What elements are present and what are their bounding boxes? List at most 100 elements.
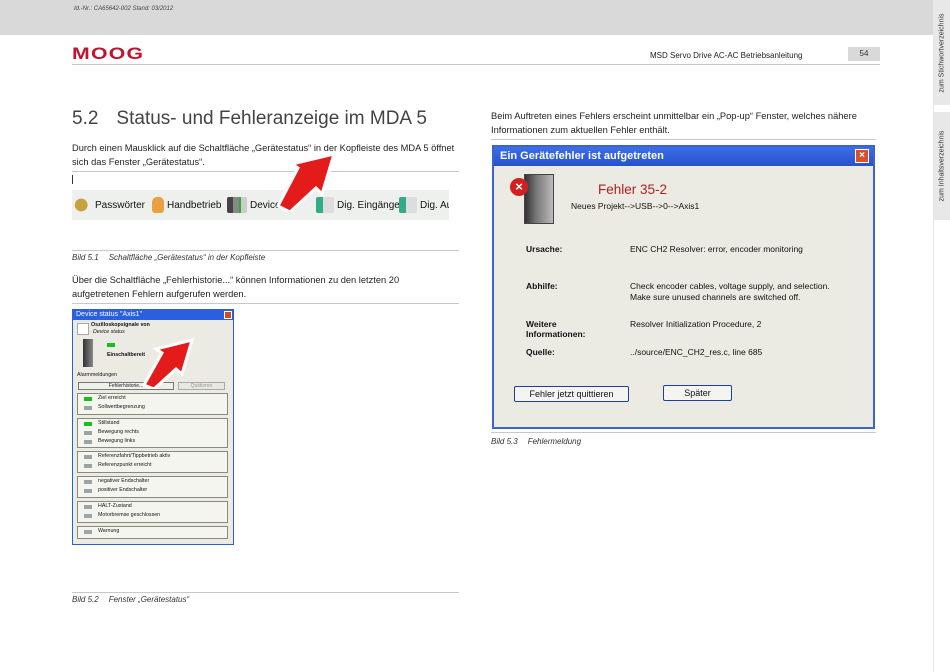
source-label: Quelle:: [526, 347, 555, 357]
caption-rule-3: [491, 432, 876, 433]
status-led: [84, 440, 92, 444]
contents-tab[interactable]: zum Inhaltsverzeichnis: [933, 112, 950, 220]
paragraph-2: Über die Schaltfläche „Fehlerhistorie...…: [72, 275, 400, 299]
header-divider: [72, 64, 880, 65]
oscilloscope-icon: [77, 323, 89, 335]
pointer-arrow-icon: [275, 151, 337, 212]
status-led: [84, 505, 92, 509]
status-group-3: Referenzfahrt/Tippbetrieb aktiv Referenz…: [77, 451, 228, 473]
section-title: Status- und Fehleranzeige im MDA 5: [116, 108, 427, 129]
text-cursor: [72, 175, 73, 184]
status-led: [84, 514, 92, 518]
drive-icon: [83, 339, 93, 367]
status-label: negativer Endschalter: [98, 478, 150, 484]
error-code: Fehler 35-2: [598, 182, 668, 197]
device-window-titlebar: Device status "Axis1": [73, 310, 233, 320]
figure-top-rule-3: [491, 139, 876, 140]
section-number: 5.2: [72, 108, 99, 129]
document-id: Id.-Nr.: CA65642-002 Stand: 03/2012: [74, 6, 174, 12]
caption-number: Bild 5.2: [72, 595, 99, 604]
further-label-2: Informationen:: [526, 329, 586, 339]
status-label: HALT-Zustand: [98, 503, 132, 509]
oscillo-sub: Device status: [93, 329, 125, 335]
status-group-1: Ziel erreicht Sollwertbegrenzung: [77, 393, 228, 415]
close-icon[interactable]: ×: [855, 149, 869, 163]
pointer-arrow-icon: [141, 337, 195, 389]
status-led: [84, 530, 92, 534]
status-label: Bewegung rechts: [98, 429, 139, 435]
acknowledge-error-button[interactable]: Fehler jetzt quittieren: [514, 386, 629, 402]
status-label: Bewegung links: [98, 438, 136, 444]
toolbar-label: Handbetrieb: [167, 199, 222, 211]
device-icon: [227, 197, 247, 213]
error-dialog-titlebar: Ein Gerätefehler ist aufgetreten ×: [494, 147, 873, 166]
key-icon: [74, 197, 92, 213]
status-group-5: HALT-Zustand Motorbremse geschlossen: [77, 501, 228, 523]
caption-text: Schaltfläche „Gerätestatus“ in der Kopfl…: [108, 253, 266, 262]
status-led: [84, 455, 92, 459]
cause-value: ENC CH2 Resolver: error, encoder monitor…: [630, 244, 803, 254]
running-title: MSD Servo Drive AC-AC Betriebsanleitung: [650, 51, 803, 60]
figure-caption-3: Bild 5.3 Fehlermeldung: [491, 437, 581, 446]
oscillo-label: Oszilloskopsignale von: [91, 322, 150, 328]
status-label: Warnung: [98, 528, 120, 534]
toolbar-manual-mode[interactable]: Handbetrieb: [152, 194, 221, 216]
caption-text: Fehlermeldung: [527, 437, 582, 446]
status-group-6: Warnung: [77, 526, 228, 539]
error-dialog: Ein Gerätefehler ist aufgetreten × × Fehl…: [492, 145, 875, 429]
status-label: Motorbremse geschlossen: [98, 512, 161, 518]
figure-top-rule: [72, 171, 459, 172]
page-number: 54: [848, 47, 880, 61]
figure-top-rule-2: [72, 303, 459, 304]
device-window-title: Device status "Axis1": [76, 311, 143, 318]
status-label: Ziel erreicht: [98, 395, 126, 401]
later-button[interactable]: Später: [663, 385, 732, 401]
remedy-line-1: Check encoder cables, voltage supply, an…: [630, 281, 830, 291]
caption-text: Fenster „Gerätestatus“: [108, 595, 190, 604]
paragraph-1: Durch einen Mausklick auf die Schaltfläc…: [72, 143, 455, 167]
contents-label: zum Inhaltsverzeichnis: [938, 130, 945, 202]
error-path: Neues Projekt-->USB-->0-->Axis1: [571, 201, 700, 211]
hand-icon: [152, 197, 164, 213]
status-led: [84, 431, 92, 435]
keyword-index-label: zum Stichwortverzeichnis: [938, 13, 945, 92]
caption-number: Bild 5.1: [72, 253, 99, 262]
drive-icon: [524, 174, 554, 224]
status-label: Sollwertbegrenzung: [98, 404, 145, 410]
caption-rule-2: [72, 592, 459, 593]
section-heading: 5.2 Status- und Fehleranzeige im MDA 5: [72, 108, 427, 130]
further-value: Resolver Initialization Procedure, 2: [630, 319, 762, 329]
remedy-label: Abhilfe:: [526, 281, 558, 291]
toolbar-label: Dig. Eingänge: [337, 199, 400, 211]
status-group-2: Stillstand Bewegung rechts Bewegung link…: [77, 418, 228, 448]
paragraph-3: Beim Auftreten eines Fehlers erscheint u…: [491, 111, 857, 135]
toolbar-digital-outputs[interactable]: Dig. Au: [399, 194, 449, 216]
close-icon[interactable]: [224, 311, 232, 319]
status-led: [84, 422, 92, 426]
cause-label: Ursache:: [526, 244, 563, 254]
caption-rule-1: [72, 250, 459, 251]
error-icon: ×: [510, 178, 528, 196]
alarms-label: Alarmmeldungen: [77, 372, 118, 378]
keyword-index-tab[interactable]: zum Stichwortverzeichnis: [933, 0, 950, 105]
toolbar-label: Dig. Au: [420, 199, 449, 211]
source-value: ../source/ENC_CH2_res.c, line 685: [630, 347, 763, 357]
status-led: [84, 480, 92, 484]
status-led: [84, 489, 92, 493]
moog-logo: MOOG: [72, 44, 145, 63]
toolbar-passwords[interactable]: Passwörter: [74, 194, 145, 216]
toolbar-figure: Passwörter Handbetrieb Device Dig. Eingä…: [72, 190, 449, 220]
status-label: Stillstand: [98, 420, 120, 426]
further-label-1: Weitere: [526, 319, 557, 329]
toolbar-label: Passwörter: [95, 199, 146, 211]
status-label: Referenzpunkt erreicht: [98, 462, 152, 468]
status-led: [84, 406, 92, 410]
status-label: positiver Endschalter: [98, 487, 148, 493]
error-dialog-title: Ein Gerätefehler ist aufgetreten: [500, 150, 664, 162]
status-label: Referenzfahrt/Tippbetrieb aktiv: [98, 453, 171, 459]
figure-caption-2: Bild 5.2 Fenster „Gerätestatus“: [72, 595, 189, 604]
remedy-line-2: Make sure unused channels are switched o…: [630, 292, 801, 302]
output-arrow-icon: [399, 197, 417, 213]
status-led: [107, 343, 115, 347]
status-group-4: negativer Endschalter positiver Endschal…: [77, 476, 228, 498]
